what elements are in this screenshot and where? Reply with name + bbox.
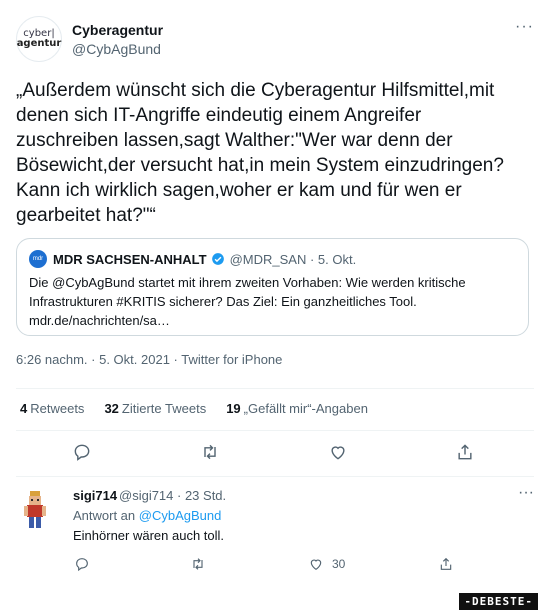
likes-stat[interactable]: 19 „Gefällt mir“-Angaben xyxy=(226,401,368,416)
tweet-text: „Außerdem wünscht sich die Cyberagentur … xyxy=(16,80,504,226)
share-button[interactable] xyxy=(455,442,479,466)
watermark: -DEBESTE- xyxy=(459,593,538,610)
quoted-display-name: MDR SACHSEN-ANHALT xyxy=(53,251,207,267)
reply-actions: 30 xyxy=(0,556,550,576)
quoted-avatar: mdr xyxy=(29,250,47,268)
retweets-count: 4 xyxy=(20,401,28,416)
quoted-tweet[interactable]: mdr MDR SACHSEN-ANHALT @MDR_SAN · 5. Okt… xyxy=(16,238,529,336)
tweet-header: cyber| agentur Cyberagentur @CybAgBund ·… xyxy=(16,14,534,62)
likes-label: „Gefällt mir“-Angaben xyxy=(243,401,368,416)
reply-more-options-button[interactable]: ··· xyxy=(518,484,534,502)
reply-button[interactable] xyxy=(72,442,96,466)
reply-display-name[interactable]: sigi714 xyxy=(73,488,117,503)
share-icon xyxy=(440,557,452,570)
retweets-label: Retweets xyxy=(30,401,85,416)
quoted-tweet-header: mdr MDR SACHSEN-ANHALT @MDR_SAN · 5. Okt… xyxy=(29,249,516,269)
reply-to-handle-link[interactable]: @CybAgBund xyxy=(139,508,222,523)
like-icon xyxy=(331,446,345,460)
reply-to-label: Antwort an xyxy=(73,508,136,523)
tweet-actions xyxy=(0,442,550,466)
reply-icon xyxy=(76,558,88,572)
retweets-stat[interactable]: 4 Retweets xyxy=(20,401,84,416)
reply-icon xyxy=(74,444,90,461)
retweet-icon xyxy=(204,444,216,460)
reply-reply-button[interactable] xyxy=(74,556,90,572)
reply-meta: @sigi714 · 23 Std. xyxy=(119,488,227,503)
reply-like-button[interactable]: 30 xyxy=(308,556,345,572)
divider xyxy=(16,476,534,477)
user-handle[interactable]: @CybAgBund xyxy=(72,41,161,57)
reply-text: Einhörner wären auch toll. xyxy=(73,528,225,543)
more-options-button[interactable]: ··· xyxy=(515,18,534,36)
divider xyxy=(16,430,534,431)
reply-share-button[interactable] xyxy=(438,556,454,572)
like-button[interactable] xyxy=(328,442,352,466)
quoted-meta: @MDR_SAN · 5. Okt. xyxy=(229,251,357,267)
tweet-timestamp[interactable]: 6:26 nachm. · 5. Okt. 2021 · Twitter for… xyxy=(16,352,282,367)
divider xyxy=(16,388,534,389)
verified-icon xyxy=(211,253,224,265)
quotes-stat[interactable]: 32 Zitierte Tweets xyxy=(104,401,206,416)
retweet-icon xyxy=(193,558,203,570)
display-name[interactable]: Cyberagentur xyxy=(72,22,163,38)
share-icon xyxy=(458,444,472,460)
avatar[interactable]: cyber| agentur xyxy=(16,16,62,62)
quotes-count: 32 xyxy=(104,401,119,416)
reply-like-count: 30 xyxy=(332,557,346,571)
quoted-text: Die @CybAgBund startet mit ihrem zweiten… xyxy=(29,275,466,328)
retweet-button[interactable] xyxy=(200,442,224,466)
like-icon xyxy=(310,559,322,571)
reply-retweet-button[interactable] xyxy=(190,556,206,572)
quotes-label: Zitierte Tweets xyxy=(121,401,207,416)
logo-text-line2: agentur xyxy=(16,38,62,49)
reply-to-line: Antwort an @CybAgBund xyxy=(73,508,221,523)
tweet-page: cyber| agentur Cyberagentur @CybAgBund ·… xyxy=(0,0,550,612)
likes-count: 19 xyxy=(226,401,241,416)
reply-avatar[interactable] xyxy=(22,490,48,530)
engagement-stats: 4 Retweets 32 Zitierte Tweets 19 „Gefällt m… xyxy=(20,401,368,416)
